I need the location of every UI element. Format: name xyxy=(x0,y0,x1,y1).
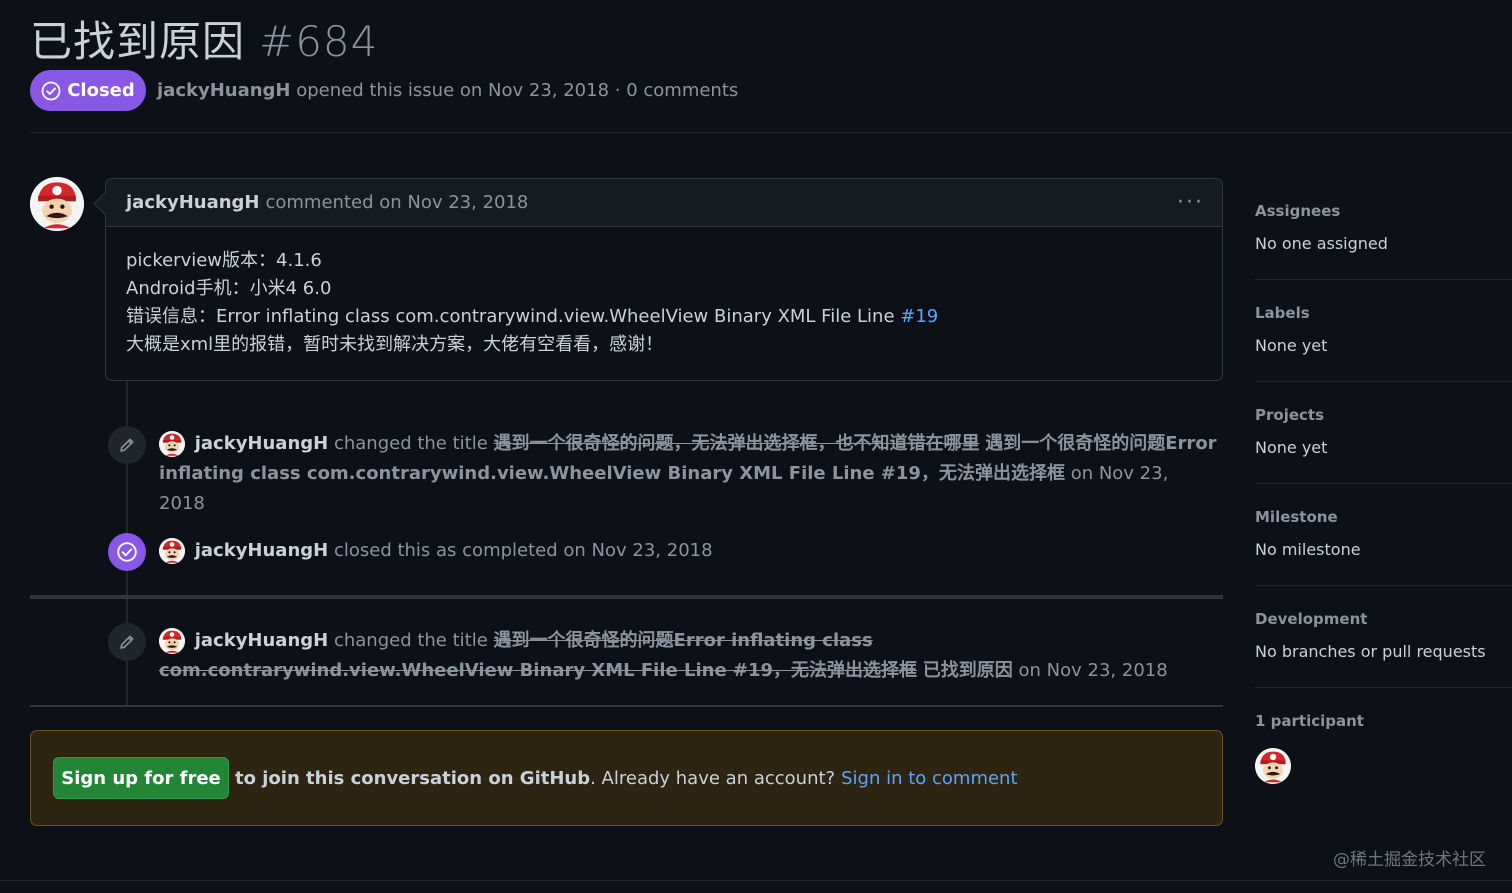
comment-line: 错误信息：Error inflating class com.contraryw… xyxy=(126,303,1202,331)
issue-reference-link[interactable]: #19 xyxy=(900,306,938,327)
sidebar-value: No one assigned xyxy=(1255,234,1388,253)
sidebar-divider xyxy=(1255,585,1512,586)
status-badge: Closed xyxy=(30,70,146,111)
check-circle-icon xyxy=(41,81,61,101)
issue-number: #684 xyxy=(259,17,379,66)
footer-divider xyxy=(0,880,1512,881)
signup-banner: Sign up for free to join this conversati… xyxy=(30,730,1223,826)
header-divider xyxy=(30,132,1512,133)
event-action: changed the title xyxy=(333,433,488,454)
sidebar-value: No milestone xyxy=(1255,540,1361,559)
signup-button[interactable]: Sign up for free xyxy=(53,757,229,799)
pencil-icon xyxy=(108,426,146,464)
timeline-event-closed: jackyHuangH closed this as completed on … xyxy=(159,536,1219,566)
timeline-end-divider xyxy=(30,705,1223,707)
comment-line: Android手机：小米4 6.0 xyxy=(126,278,332,299)
status-label: Closed xyxy=(67,80,135,101)
sidebar-heading[interactable]: Labels xyxy=(1255,304,1512,322)
comment-card: jackyHuangH commented on Nov 23, 2018 ··… xyxy=(105,178,1223,381)
sidebar-heading: 1 participant xyxy=(1255,712,1364,730)
comment-error-text: 错误信息：Error inflating class com.contraryw… xyxy=(126,306,901,327)
sidebar-value: None yet xyxy=(1255,336,1328,355)
issue-page: 已找到原因 #684 Closed jackyHuangH opened this… xyxy=(0,0,1512,893)
watermark: @稀土掘金技术社区 xyxy=(1333,850,1486,870)
issue-meta-text: opened this issue on Nov 23, 2018 · 0 co… xyxy=(296,80,739,101)
sidebar-heading[interactable]: Development xyxy=(1255,610,1512,628)
issue-meta: jackyHuangH opened this issue on Nov 23,… xyxy=(157,80,738,101)
event-timestamp[interactable]: on Nov 23, 2018 xyxy=(1019,660,1168,681)
comment-author-link[interactable]: jackyHuangH xyxy=(126,192,259,213)
event-action: closed this as completed xyxy=(333,540,558,561)
sidebar-labels: Labels None yet xyxy=(1255,304,1512,355)
sidebar-heading[interactable]: Projects xyxy=(1255,406,1512,424)
sidebar-projects: Projects None yet xyxy=(1255,406,1512,457)
avatar[interactable] xyxy=(159,628,185,654)
comment-header: jackyHuangH commented on Nov 23, 2018 ··… xyxy=(106,179,1222,227)
avatar[interactable] xyxy=(30,177,84,231)
sidebar-participants: 1 participant xyxy=(1255,712,1512,730)
sidebar-divider xyxy=(1255,483,1512,484)
event-timestamp[interactable]: on Nov 23, 2018 xyxy=(563,540,712,561)
sidebar-heading[interactable]: Milestone xyxy=(1255,508,1512,526)
comment-timestamp[interactable]: commented on Nov 23, 2018 xyxy=(265,192,528,213)
sidebar-value: No branches or pull requests xyxy=(1255,642,1486,661)
issue-title: 已找到原因 #684 xyxy=(30,8,378,69)
check-circle-icon xyxy=(108,533,146,571)
sidebar-value: None yet xyxy=(1255,438,1328,457)
old-title: 遇到一个很奇怪的问题，无法弹出选择框，也不知道错在哪里 xyxy=(493,433,980,454)
sidebar-divider xyxy=(1255,381,1512,382)
kebab-icon[interactable]: ··· xyxy=(1177,191,1204,214)
sidebar-milestone: Milestone No milestone xyxy=(1255,508,1512,559)
event-author-link[interactable]: jackyHuangH xyxy=(195,433,328,454)
sidebar-divider xyxy=(1255,279,1512,280)
comment-line: pickerview版本：4.1.6 xyxy=(126,250,322,271)
issue-author-link[interactable]: jackyHuangH xyxy=(157,80,290,101)
timeline-event-rename: jackyHuangH changed the title 遇到一个很奇怪的问题… xyxy=(159,429,1219,519)
sidebar-heading[interactable]: Assignees xyxy=(1255,202,1512,220)
avatar[interactable] xyxy=(159,538,185,564)
signup-text: to join this conversation on GitHub xyxy=(235,767,591,789)
new-title: 已找到原因 xyxy=(922,660,1013,681)
timeline-break xyxy=(30,595,1223,599)
comment-body: pickerview版本：4.1.6 Android手机：小米4 6.0 错误信… xyxy=(106,227,1222,359)
avatar[interactable] xyxy=(1255,748,1291,784)
issue-title-text: 已找到原因 xyxy=(30,17,246,66)
event-author-link[interactable]: jackyHuangH xyxy=(195,540,328,561)
sidebar-divider xyxy=(1255,687,1512,688)
pencil-icon xyxy=(108,623,146,661)
sidebar-assignees: Assignees No one assigned xyxy=(1255,202,1512,253)
sign-in-link[interactable]: Sign in to comment xyxy=(841,768,1017,789)
comment-line: 大概是xml里的报错，暂时未找到解决方案，大佬有空看看，感谢！ xyxy=(126,334,664,355)
sidebar-development: Development No branches or pull requests xyxy=(1255,610,1512,661)
event-action: changed the title xyxy=(333,630,488,651)
signup-text-rest: . Already have an account? xyxy=(590,767,836,789)
timeline-event-rename: jackyHuangH changed the title 遇到一个很奇怪的问题… xyxy=(159,626,1223,686)
event-author-link[interactable]: jackyHuangH xyxy=(195,630,328,651)
avatar[interactable] xyxy=(159,431,185,457)
